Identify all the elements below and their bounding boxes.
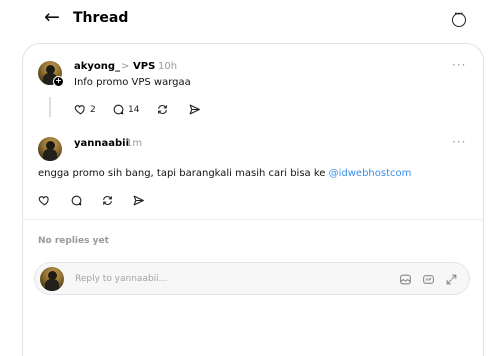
reply-share-button[interactable] (132, 194, 145, 207)
comment-button[interactable]: 14 (112, 103, 139, 116)
heart-icon (74, 103, 87, 116)
back-arrow-icon[interactable]: ← (44, 5, 60, 29)
gif-icon[interactable] (422, 273, 435, 286)
repost-icon (156, 103, 169, 116)
repost-icon (101, 194, 114, 207)
like-count: 2 (90, 104, 96, 115)
reply-text: engga promo sih bang, tapi barangkali ma… (38, 168, 411, 179)
thread-connector-line (49, 97, 51, 117)
reply-repost-button[interactable] (101, 194, 114, 207)
reply-username[interactable]: yannaabii (74, 138, 129, 149)
avatar (40, 267, 64, 291)
send-icon (132, 194, 145, 207)
expand-icon[interactable] (445, 273, 458, 286)
heart-icon (38, 194, 51, 207)
reply-more-icon[interactable]: ··· (452, 135, 466, 149)
more-options-icon[interactable] (452, 9, 466, 27)
reply-input[interactable] (75, 271, 355, 287)
reply-text-body: engga promo sih bang, tapi barangkali ma… (38, 168, 329, 179)
comment-bubble-icon (70, 194, 83, 207)
reply-comment-button[interactable] (70, 194, 83, 207)
divider (23, 219, 483, 220)
post-text: Info promo VPS wargaa (74, 77, 191, 88)
avatar[interactable] (38, 137, 62, 161)
post-more-icon[interactable]: ··· (452, 58, 466, 72)
no-replies-label: No replies yet (38, 236, 109, 246)
repost-button[interactable] (156, 103, 169, 116)
chevron-separator: > (121, 61, 130, 72)
comment-count: 14 (128, 104, 140, 115)
post-username[interactable]: akyong_ (74, 61, 120, 72)
thread-card (22, 43, 484, 356)
post-time: 10h (158, 61, 178, 72)
page-title: Thread (73, 10, 129, 26)
topic-tag[interactable]: VPS (133, 61, 155, 72)
follow-plus-icon[interactable]: + (53, 76, 64, 87)
comment-bubble-icon (112, 103, 125, 116)
thread-header: ← Thread (0, 0, 500, 38)
send-icon (188, 103, 201, 116)
reply-like-button[interactable] (38, 194, 51, 207)
image-icon[interactable] (399, 273, 412, 286)
share-button[interactable] (188, 103, 201, 116)
like-button[interactable]: 2 (74, 103, 96, 116)
reply-composer[interactable] (34, 262, 470, 295)
reply-time: 1m (126, 138, 143, 149)
mention-link[interactable]: @idwebhostcom (329, 168, 412, 179)
